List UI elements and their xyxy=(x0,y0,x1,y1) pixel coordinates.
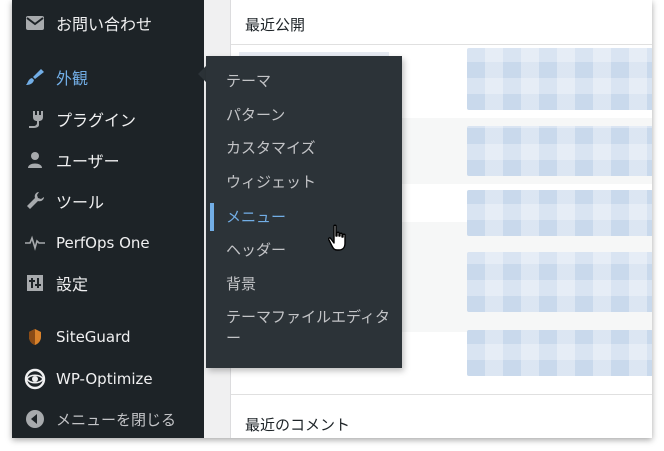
collapse-icon xyxy=(24,408,46,430)
sidebar-item-label: 外観 xyxy=(56,69,89,88)
current-indicator xyxy=(210,203,214,231)
flyout-pointer xyxy=(198,66,206,82)
sidebar-item-label: PerfOps One xyxy=(56,234,150,252)
recent-published-heading: 最近公開 xyxy=(245,16,306,34)
sidebar-item-label: ユーザー xyxy=(56,152,120,171)
divider xyxy=(231,44,652,45)
sidebar-item-label: プラグイン xyxy=(56,111,137,130)
sidebar-item-label: WP-Optimize xyxy=(56,370,153,388)
divider xyxy=(231,394,652,395)
sidebar-item-label: SiteGuard xyxy=(56,328,131,346)
sidebar-item-tools[interactable]: ツール xyxy=(12,182,204,220)
sidebar-item-label: お問い合わせ xyxy=(56,15,153,34)
sidebar-item-users[interactable]: ユーザー xyxy=(12,141,204,179)
blurred-post-title[interactable] xyxy=(467,252,652,312)
blurred-post-title[interactable] xyxy=(467,126,652,176)
sidebar-item-contact[interactable]: お問い合わせ xyxy=(12,4,204,42)
submenu-item-widgets[interactable]: ウィジェット xyxy=(226,172,396,193)
submenu-item-theme-file-editor[interactable]: テーマファイルエディター xyxy=(226,307,392,349)
sidebar-item-plugins[interactable]: プラグイン xyxy=(12,100,204,138)
wp-admin-window: 最近公開 最近のコメント お問い合わせ 外観 プラグイン ユーザー ツール Pe… xyxy=(12,0,652,438)
user-icon xyxy=(24,149,46,171)
blurred-post-title[interactable] xyxy=(467,48,652,110)
shield-icon xyxy=(24,326,46,348)
sidebar-item-label: 設定 xyxy=(56,275,89,294)
optimize-icon xyxy=(24,368,46,390)
sidebar-item-appearance[interactable]: 外観 xyxy=(12,58,204,96)
blurred-post-title[interactable] xyxy=(467,190,652,236)
wrench-icon xyxy=(24,190,46,212)
submenu-item-menus[interactable]: メニュー xyxy=(226,207,396,228)
admin-sidebar: お問い合わせ 外観 プラグイン ユーザー ツール PerfOps One 設定 … xyxy=(12,0,204,438)
plugin-icon xyxy=(24,108,46,130)
sidebar-item-perfops[interactable]: PerfOps One xyxy=(12,224,204,262)
sidebar-item-wp-optimize[interactable]: WP-Optimize xyxy=(12,360,204,398)
blurred-post-title[interactable] xyxy=(467,330,652,376)
sidebar-item-label: ツール xyxy=(56,193,105,212)
paintbrush-icon xyxy=(24,66,46,88)
submenu-item-background[interactable]: 背景 xyxy=(226,274,396,295)
hand-cursor-icon xyxy=(328,224,350,256)
envelope-icon xyxy=(24,12,46,34)
collapse-menu-button[interactable]: メニューを閉じる xyxy=(12,400,204,438)
recent-comments-heading: 最近のコメント xyxy=(245,416,351,434)
submenu-item-themes[interactable]: テーマ xyxy=(226,71,396,92)
settings-icon xyxy=(24,272,46,294)
sidebar-item-siteguard[interactable]: SiteGuard xyxy=(12,318,204,356)
submenu-item-patterns[interactable]: パターン xyxy=(226,105,396,126)
collapse-menu-label: メニューを閉じる xyxy=(56,410,177,429)
submenu-item-customize[interactable]: カスタマイズ xyxy=(226,138,396,159)
submenu-item-header[interactable]: ヘッダー xyxy=(226,240,396,261)
sidebar-item-settings[interactable]: 設定 xyxy=(12,264,204,302)
appearance-submenu: テーマ パターン カスタマイズ ウィジェット メニュー ヘッダー 背景 テーマフ… xyxy=(206,56,402,368)
pulse-icon xyxy=(24,232,46,254)
